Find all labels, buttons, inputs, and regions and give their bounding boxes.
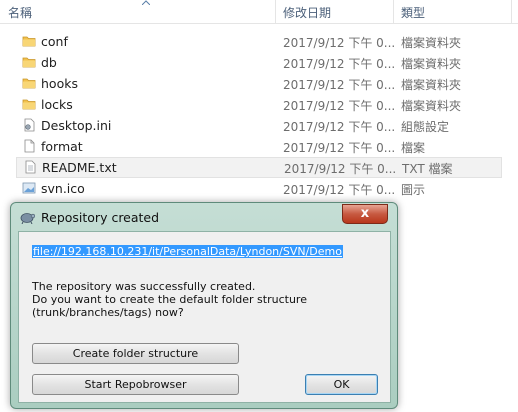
folder-icon (22, 36, 36, 47)
repository-created-dialog: Repository created x file://192.168.10.2… (10, 202, 398, 409)
dialog-title: Repository created (41, 210, 160, 225)
column-divider[interactable] (393, 0, 394, 24)
file-icon (24, 139, 35, 153)
file-name: locks (41, 97, 73, 112)
settings-file-icon (24, 118, 35, 132)
file-row-readme[interactable]: README.txt 2017/9/12 下午 0... TXT 檔案 (16, 157, 502, 178)
file-type: 圖示 (401, 183, 426, 197)
file-row-format[interactable]: format 2017/9/12 下午 0... 檔案 (0, 136, 518, 157)
repository-url[interactable]: file://192.168.10.231/it/PersonalData/Ly… (32, 245, 343, 258)
file-date: 2017/9/12 下午 0... (283, 99, 396, 113)
file-type: 檔案資料夾 (401, 78, 462, 92)
file-date: 2017/9/12 下午 0... (283, 78, 396, 92)
column-divider[interactable] (275, 0, 276, 24)
file-type: 檔案 (401, 141, 426, 155)
column-divider[interactable] (511, 0, 512, 24)
column-date[interactable]: 修改日期 (283, 4, 331, 21)
file-type: 檔案資料夾 (401, 36, 462, 50)
folder-icon (22, 99, 36, 110)
message-line-1: The repository was successfully created. (32, 280, 256, 293)
start-repobrowser-button[interactable]: Start Repobrowser (32, 374, 239, 395)
file-row-locks[interactable]: locks 2017/9/12 下午 0... 檔案資料夾 (0, 94, 518, 115)
text-file-icon (25, 160, 36, 174)
dialog-content: file://192.168.10.231/it/PersonalData/Ly… (18, 231, 391, 403)
file-row-hooks[interactable]: hooks 2017/9/12 下午 0... 檔案資料夾 (0, 73, 518, 94)
file-type: 檔案資料夾 (401, 99, 462, 113)
folder-icon (22, 78, 36, 89)
column-name[interactable]: 名稱 (8, 4, 32, 21)
file-row-svn-ico[interactable]: svn.ico 2017/9/12 下午 0... 圖示 (0, 178, 518, 199)
close-button[interactable]: x (342, 204, 388, 224)
file-row-db[interactable]: db 2017/9/12 下午 0... 檔案資料夾 (0, 52, 518, 73)
image-file-icon (22, 182, 36, 194)
file-name: Desktop.ini (41, 118, 112, 133)
column-type[interactable]: 類型 (401, 4, 425, 21)
file-date: 2017/9/12 下午 0... (283, 57, 396, 71)
folder-icon (22, 57, 36, 68)
file-type: 組態設定 (401, 120, 450, 134)
create-folder-structure-button[interactable]: Create folder structure (32, 343, 239, 364)
message-line-3: (trunk/branches/tags) now? (32, 306, 184, 319)
file-name: hooks (41, 76, 78, 91)
file-name: svn.ico (41, 181, 85, 196)
tortoise-icon (20, 213, 35, 224)
dialog-titlebar[interactable]: Repository created x (11, 203, 397, 231)
file-date: 2017/9/12 下午 0... (283, 120, 396, 134)
file-name: README.txt (42, 160, 117, 175)
ok-button[interactable]: OK (305, 374, 378, 395)
column-header: 名稱 修改日期 類型 (0, 0, 518, 24)
file-type: 檔案資料夾 (401, 57, 462, 71)
file-type: TXT 檔案 (402, 162, 453, 176)
message-line-2: Do you want to create the default folder… (32, 293, 307, 306)
file-row-desktop-ini[interactable]: Desktop.ini 2017/9/12 下午 0... 組態設定 (0, 115, 518, 136)
file-row-conf[interactable]: conf 2017/9/12 下午 0... 檔案資料夾 (0, 31, 518, 52)
file-list: conf 2017/9/12 下午 0... 檔案資料夾 db 2017/9/1… (0, 31, 518, 199)
file-date: 2017/9/12 下午 0... (283, 36, 396, 50)
file-name: conf (41, 34, 68, 49)
sort-up-icon (142, 0, 150, 5)
file-date: 2017/9/12 下午 0... (284, 162, 397, 176)
file-name: format (41, 139, 83, 154)
file-date: 2017/9/12 下午 0... (283, 183, 396, 197)
file-date: 2017/9/12 下午 0... (283, 141, 396, 155)
file-name: db (41, 55, 57, 70)
